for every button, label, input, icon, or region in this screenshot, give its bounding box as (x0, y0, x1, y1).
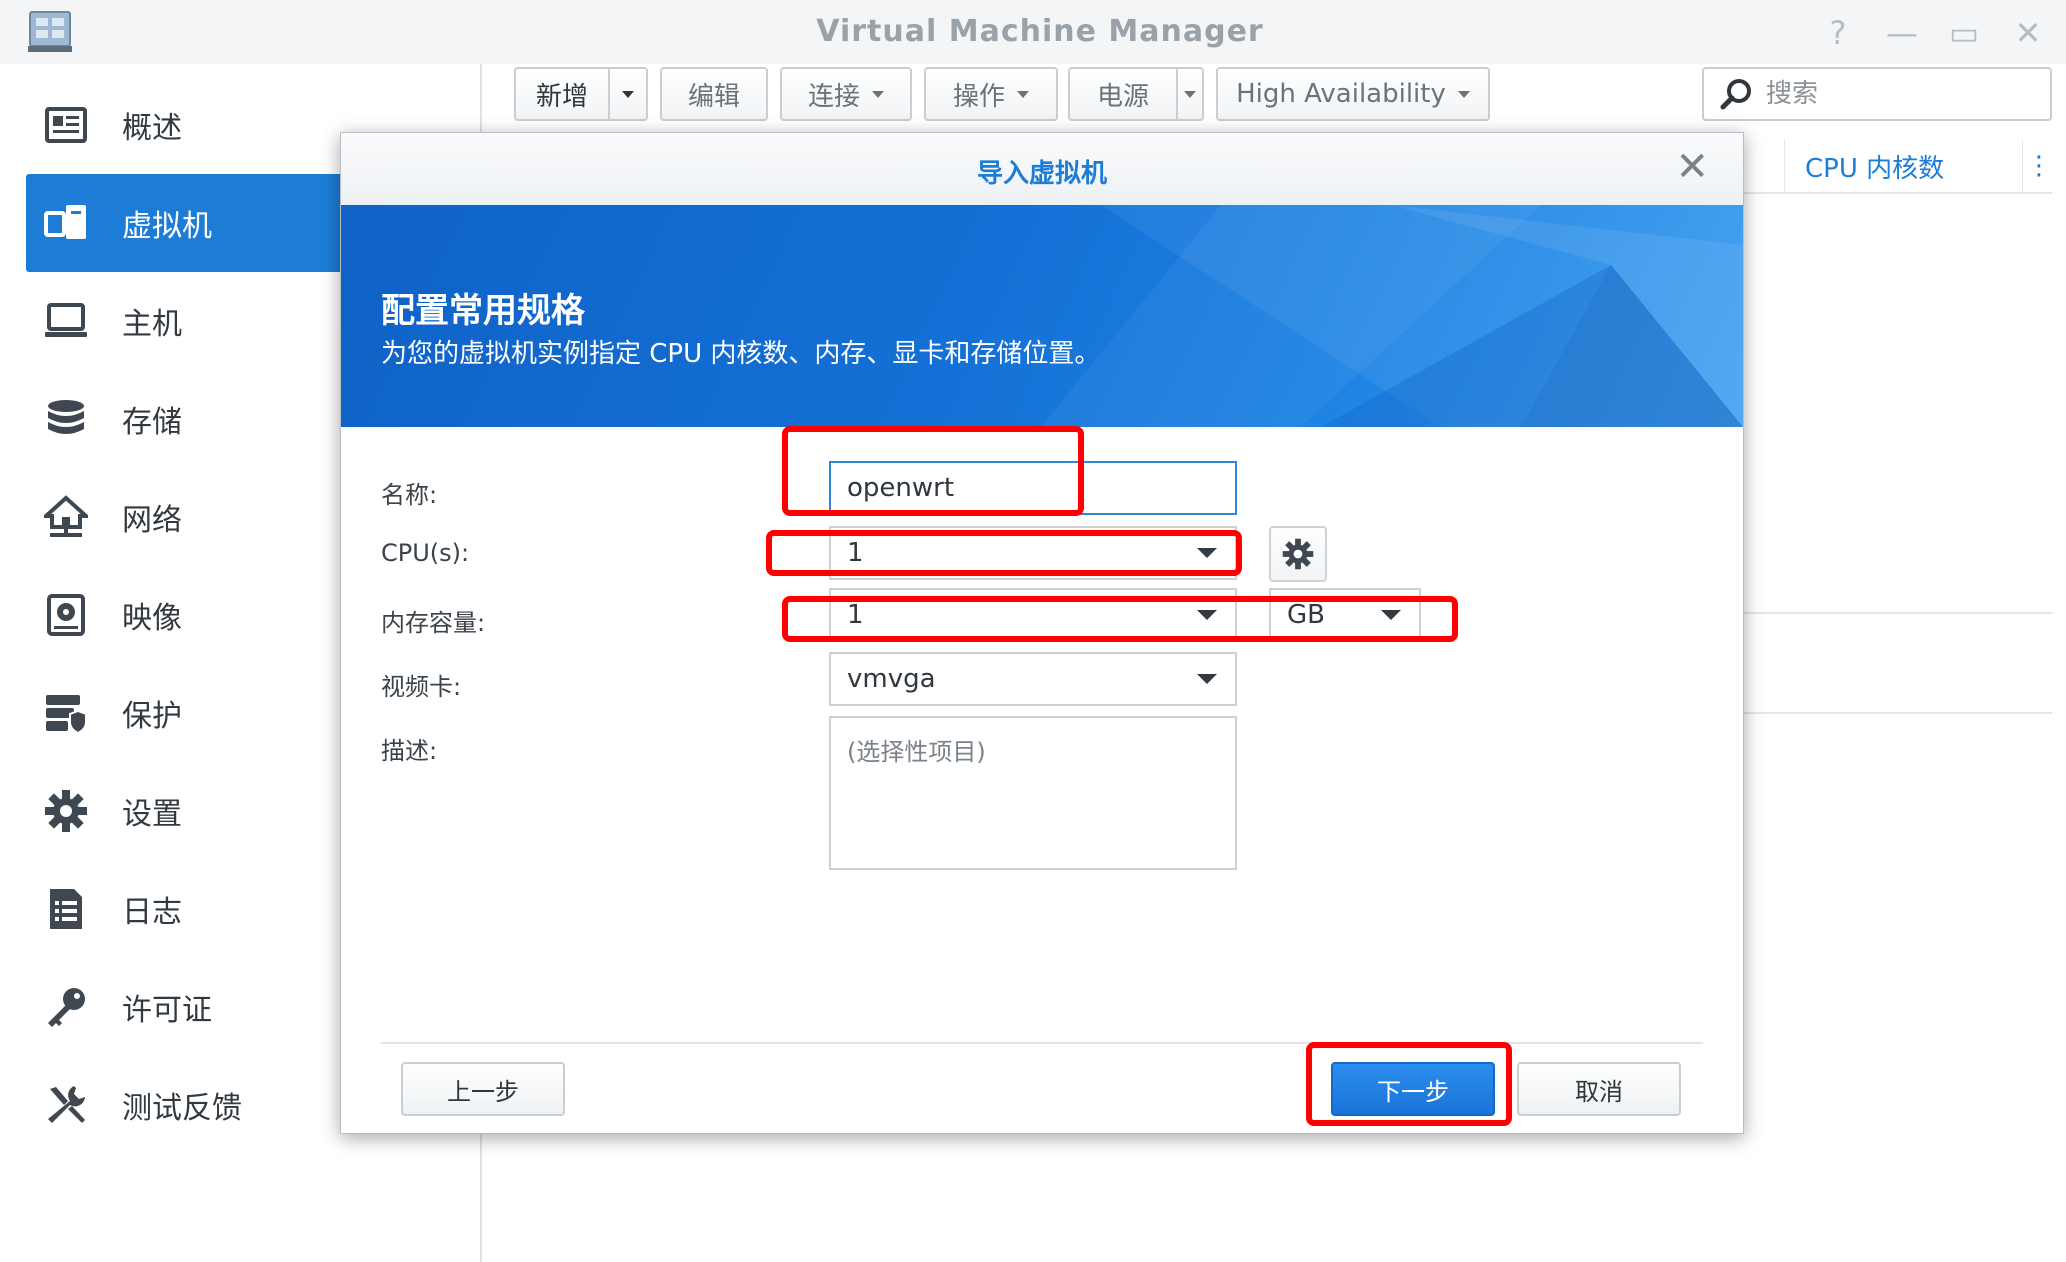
video-card-select[interactable]: vmvga (829, 652, 1237, 706)
sidebar-item-network[interactable]: 网络 (26, 468, 360, 566)
sidebar-item-label: 存储 (122, 405, 182, 440)
storage-icon (42, 395, 90, 443)
sidebar-item-label: 日志 (122, 895, 182, 930)
gear-icon (1282, 538, 1314, 570)
dialog-header: 导入虚拟机 ✕ (341, 133, 1743, 206)
action-button[interactable]: 操作 (924, 67, 1058, 121)
network-icon (42, 493, 90, 541)
highlight-next (1306, 1042, 1512, 1126)
chevron-down-icon (1017, 90, 1029, 98)
video-label: 视频卡: (381, 673, 462, 701)
cpu-settings-button[interactable] (1269, 526, 1327, 582)
search-box[interactable] (1702, 67, 2052, 121)
action-label: 操作 (952, 81, 1005, 112)
sidebar-item-label: 网络 (122, 503, 182, 538)
close-window-icon[interactable]: ✕ (2008, 14, 2048, 52)
video-card-value: vmvga (847, 664, 936, 694)
sidebar-item-protection[interactable]: 保护 (26, 664, 360, 762)
sidebar-item-feedback[interactable]: 测试反馈 (26, 1056, 360, 1154)
host-icon (42, 297, 90, 345)
sidebar-item-log[interactable]: 日志 (26, 860, 360, 958)
overview-icon (42, 101, 90, 149)
image-icon (42, 591, 90, 639)
sidebar-item-label: 概述 (122, 111, 182, 146)
high-availability-label: High Availability (1236, 79, 1446, 109)
back-button[interactable]: 上一步 (401, 1062, 565, 1116)
sidebar-item-label: 映像 (122, 601, 182, 636)
highlight-name (782, 426, 1084, 516)
feedback-icon (42, 1081, 90, 1129)
high-availability-button[interactable]: High Availability (1216, 67, 1490, 121)
virtual-machine-icon (42, 199, 90, 247)
banner-subtitle: 为您的虚拟机实例指定 CPU 内核数、内存、显卡和存储位置。 (381, 339, 1101, 369)
chevron-down-icon (622, 90, 634, 98)
highlight-cpu (766, 530, 1242, 576)
sidebar-item-label: 主机 (122, 307, 182, 342)
sidebar-item-image[interactable]: 映像 (26, 566, 360, 664)
add-dropdown-button[interactable] (610, 67, 648, 121)
sidebar-item-label: 设置 (122, 797, 182, 832)
dialog-banner: 配置常用规格 为您的虚拟机实例指定 CPU 内核数、内存、显卡和存储位置。 (341, 205, 1743, 427)
sidebar-item-label: 测试反馈 (122, 1091, 242, 1126)
maximize-icon[interactable]: ▭ (1944, 14, 1984, 52)
chevron-down-icon (872, 90, 884, 98)
window-title: Virtual Machine Manager (816, 14, 1264, 49)
dropdown-arrow-icon (1197, 674, 1217, 684)
minimize-icon[interactable]: — (1882, 14, 1922, 52)
cpu-label: CPU(s): (381, 539, 470, 567)
sidebar-item-host[interactable]: 主机 (26, 272, 360, 370)
edit-button[interactable]: 编辑 (660, 67, 768, 121)
help-icon[interactable]: ? (1818, 14, 1858, 52)
highlight-memory (782, 596, 1458, 642)
connect-button[interactable]: 连接 (780, 67, 912, 121)
log-icon (42, 885, 90, 933)
column-header-label: CPU 内核数 (1805, 153, 1945, 184)
close-icon[interactable]: ✕ (1675, 147, 1709, 187)
protection-icon (42, 689, 90, 737)
sidebar-item-label: 保护 (122, 699, 182, 734)
divider (1742, 192, 2052, 194)
name-label: 名称: (381, 481, 438, 509)
license-icon (42, 983, 90, 1031)
connect-label: 连接 (807, 81, 860, 112)
memory-label: 内存容量: (381, 609, 486, 637)
column-menu-icon[interactable]: ⋮ (2022, 140, 2055, 192)
column-header-cpu[interactable]: CPU 内核数 (1784, 140, 2055, 192)
title-bar: Virtual Machine Manager ? — ▭ ✕ (0, 0, 2066, 64)
description-label: 描述: (381, 737, 438, 765)
divider (1742, 612, 2052, 614)
sidebar-item-settings[interactable]: 设置 (26, 762, 360, 860)
cancel-button[interactable]: 取消 (1517, 1062, 1681, 1116)
banner-title: 配置常用规格 (381, 291, 585, 331)
power-button[interactable]: 电源 (1068, 67, 1178, 121)
sidebar-item-overview[interactable]: 概述 (26, 76, 360, 174)
sidebar-item-license[interactable]: 许可证 (26, 958, 360, 1056)
sidebar-item-label: 许可证 (122, 993, 212, 1028)
chevron-down-icon (1184, 90, 1196, 98)
search-input[interactable] (1764, 78, 2028, 110)
power-dropdown-button[interactable] (1178, 67, 1204, 121)
sidebar-item-storage[interactable]: 存储 (26, 370, 360, 468)
dialog-title: 导入虚拟机 (976, 159, 1107, 189)
chevron-down-icon (1457, 90, 1470, 98)
search-icon (1720, 79, 1751, 110)
settings-icon (42, 787, 90, 835)
sidebar-item-label: 虚拟机 (122, 209, 212, 244)
add-button[interactable]: 新增 (514, 67, 610, 121)
description-textarea[interactable]: (选择性项目) (829, 716, 1237, 870)
divider (1742, 712, 2052, 714)
